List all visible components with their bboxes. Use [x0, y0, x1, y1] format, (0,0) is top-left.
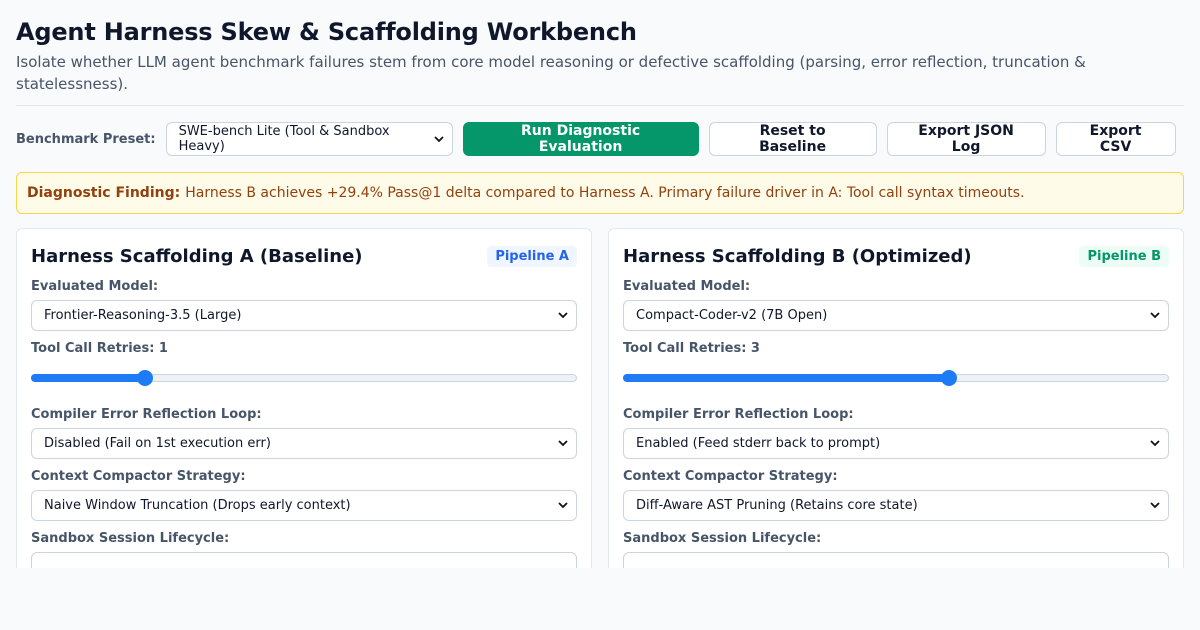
compactor-label-b: Context Compactor Strategy: [623, 469, 838, 484]
model-select-a-value: Frontier-Reasoning-3.5 (Large) [44, 308, 242, 323]
page-title: Agent Harness Skew & Scaffolding Workben… [16, 18, 637, 46]
export-csv-button[interactable]: Export CSV [1055, 122, 1176, 156]
chevron-down-icon [1150, 439, 1160, 449]
slider-fill [31, 374, 145, 382]
compactor-select-b[interactable]: Diff-Aware AST Pruning (Retains core sta… [623, 490, 1169, 521]
reflection-select-b-value: Enabled (Feed stderr back to prompt) [636, 436, 881, 451]
pipeline-b-badge: Pipeline B [1079, 245, 1169, 267]
panel-a-title: Harness Scaffolding A (Baseline) [31, 245, 363, 267]
workbench-page: Agent Harness Skew & Scaffolding Workben… [0, 0, 1200, 568]
harness-panels: Harness Scaffolding A (Baseline) Pipelin… [16, 228, 1184, 568]
toolbar: Benchmark Preset: SWE-bench Lite (Tool &… [16, 122, 1184, 156]
panel-a-header: Harness Scaffolding A (Baseline) Pipelin… [31, 243, 577, 269]
finding-label: Diagnostic Finding: [27, 185, 181, 201]
compactor-select-a-value: Naive Window Truncation (Drops early con… [44, 498, 351, 513]
export-json-button[interactable]: Export JSON Log [886, 122, 1046, 156]
reflection-select-a-value: Disabled (Fail on 1st execution err) [44, 436, 271, 451]
chevron-down-icon [433, 134, 444, 144]
chevron-down-icon [558, 311, 568, 321]
header-divider [16, 105, 1184, 106]
reflection-select-b[interactable]: Enabled (Feed stderr back to prompt) [623, 428, 1169, 459]
model-label-a: Evaluated Model: [31, 279, 159, 294]
preset-select[interactable]: SWE-bench Lite (Tool & Sandbox Heavy) [165, 122, 453, 156]
compactor-select-b-value: Diff-Aware AST Pruning (Retains core sta… [636, 498, 918, 513]
reflection-label-a: Compiler Error Reflection Loop: [31, 407, 262, 422]
model-label-b: Evaluated Model: [623, 279, 751, 294]
page-subtitle: Isolate whether LLM agent benchmark fail… [16, 53, 1086, 93]
compactor-select-a[interactable]: Naive Window Truncation (Drops early con… [31, 490, 577, 521]
slider-fill [623, 374, 949, 382]
model-select-b-value: Compact-Coder-v2 (7B Open) [636, 308, 828, 323]
harness-panel-a: Harness Scaffolding A (Baseline) Pipelin… [16, 228, 592, 568]
chevron-down-icon [1150, 501, 1160, 511]
model-select-b[interactable]: Compact-Coder-v2 (7B Open) [623, 300, 1169, 331]
retries-slider-b[interactable] [623, 370, 1169, 386]
harness-panel-b: Harness Scaffolding B (Optimized) Pipeli… [608, 228, 1184, 568]
chevron-down-icon [1150, 311, 1160, 321]
finding-text: Harness B achieves +29.4% Pass@1 delta c… [185, 185, 1025, 201]
sandbox-label-a: Sandbox Session Lifecycle: [31, 531, 230, 546]
reset-baseline-button[interactable]: Reset to Baseline [708, 122, 877, 156]
retries-label-b: Tool Call Retries: 3 [623, 341, 760, 356]
run-diagnostic-button[interactable]: Run Diagnostic Evaluation [462, 122, 699, 156]
panel-b-title: Harness Scaffolding B (Optimized) [623, 245, 972, 267]
chevron-down-icon [558, 439, 568, 449]
panel-b-header: Harness Scaffolding B (Optimized) Pipeli… [623, 243, 1169, 269]
slider-thumb[interactable] [941, 370, 957, 386]
slider-thumb[interactable] [137, 370, 153, 386]
diagnostic-finding-banner: Diagnostic Finding: Harness B achieves +… [16, 172, 1184, 214]
reflection-label-b: Compiler Error Reflection Loop: [623, 407, 854, 422]
compactor-label-a: Context Compactor Strategy: [31, 469, 246, 484]
preset-select-value: SWE-bench Lite (Tool & Sandbox Heavy) [178, 124, 390, 154]
retries-slider-a[interactable] [31, 370, 577, 386]
sandbox-select-a[interactable] [31, 552, 577, 568]
sandbox-select-b[interactable] [623, 552, 1169, 568]
chevron-down-icon [558, 501, 568, 511]
reflection-select-a[interactable]: Disabled (Fail on 1st execution err) [31, 428, 577, 459]
retries-label-a: Tool Call Retries: 1 [31, 341, 168, 356]
preset-label: Benchmark Preset: [16, 131, 156, 147]
sandbox-label-b: Sandbox Session Lifecycle: [623, 531, 822, 546]
pipeline-a-badge: Pipeline A [487, 245, 577, 267]
model-select-a[interactable]: Frontier-Reasoning-3.5 (Large) [31, 300, 577, 331]
